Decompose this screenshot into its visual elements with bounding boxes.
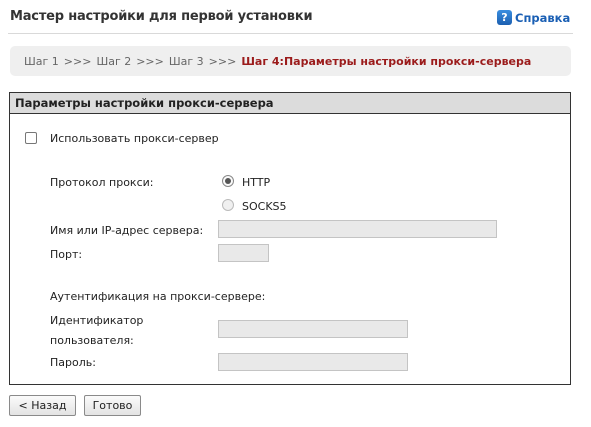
protocol-label: Протокол прокси: bbox=[50, 176, 154, 189]
user-id-label-line2: пользователя: bbox=[50, 334, 134, 347]
breadcrumb-step-2: Шаг 2 bbox=[96, 54, 132, 68]
breadcrumb-step-3: Шаг 3 bbox=[168, 54, 204, 68]
breadcrumb-separator: >>> bbox=[136, 54, 164, 68]
page-title: Мастер настройки для первой установки bbox=[10, 9, 313, 24]
user-id-input[interactable] bbox=[218, 320, 408, 338]
back-button[interactable]: < Назад bbox=[9, 395, 76, 416]
help-label[interactable]: Справка bbox=[515, 11, 570, 25]
help-link[interactable]: ? Справка bbox=[497, 9, 570, 26]
protocol-http-radio[interactable] bbox=[222, 175, 234, 187]
port-label: Порт: bbox=[50, 248, 83, 261]
protocol-http-label: HTTP bbox=[242, 176, 271, 189]
breadcrumb-separator: >>> bbox=[63, 54, 92, 68]
port-input[interactable] bbox=[218, 244, 269, 262]
server-label: Имя или IP-адрес сервера: bbox=[50, 224, 204, 237]
use-proxy-label: Использовать прокси-сервер bbox=[50, 132, 219, 145]
password-label: Пароль: bbox=[50, 356, 96, 369]
user-id-label-line1: Идентификатор bbox=[50, 314, 144, 327]
breadcrumb: Шаг 1 >>> Шаг 2 >>> Шаг 3 >>> Шаг 4:Пара… bbox=[10, 46, 571, 76]
protocol-socks5-radio[interactable] bbox=[222, 199, 234, 211]
help-question-icon[interactable]: ? bbox=[497, 10, 512, 25]
finish-button[interactable]: Готово bbox=[84, 395, 141, 416]
breadcrumb-step-1: Шаг 1 bbox=[24, 54, 59, 68]
title-divider bbox=[8, 33, 573, 34]
server-address-input[interactable] bbox=[218, 220, 497, 238]
use-proxy-checkbox[interactable] bbox=[25, 132, 37, 144]
panel-title: Параметры настройки прокси-сервера bbox=[10, 93, 570, 114]
breadcrumb-separator: >>> bbox=[208, 54, 237, 68]
password-input[interactable] bbox=[218, 353, 408, 371]
breadcrumb-current-step: Шаг 4:Параметры настройки прокси-сервера bbox=[241, 54, 532, 68]
auth-label: Аутентификация на прокси-сервере: bbox=[50, 290, 266, 303]
proxy-settings-panel: Параметры настройки прокси-сервера Испол… bbox=[9, 92, 571, 385]
protocol-socks5-label: SOCKS5 bbox=[242, 200, 287, 213]
